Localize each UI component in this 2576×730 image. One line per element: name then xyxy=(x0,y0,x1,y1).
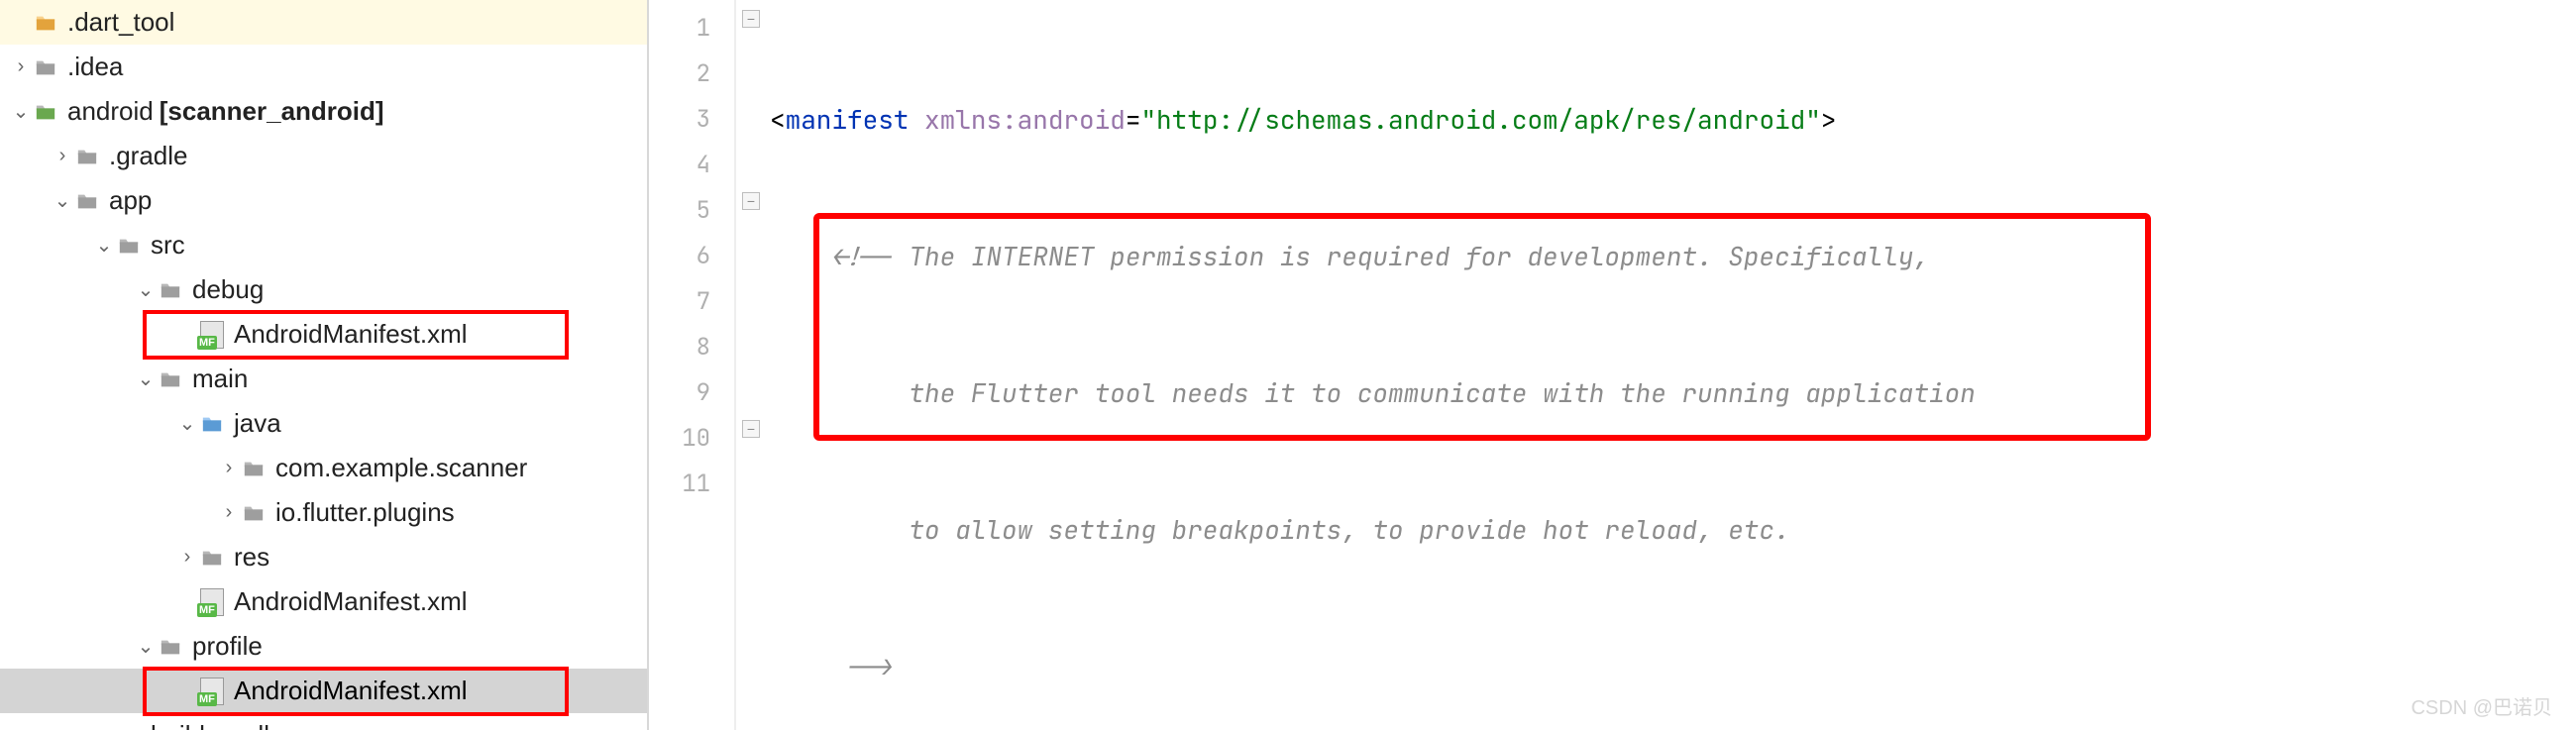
code-line[interactable]: to allow setting breakpoints, to provide… xyxy=(766,507,2576,553)
watermark: CSDN @巴诺贝 xyxy=(2411,691,2552,720)
chevron-right-icon[interactable]: › xyxy=(176,546,198,569)
fold-gutter[interactable]: − − − xyxy=(736,0,766,730)
tree-item[interactable]: ⌄ app xyxy=(0,178,647,223)
code-line[interactable]: <manifest xmlns:android="http://schemas.… xyxy=(766,97,2576,143)
line-number: 1 xyxy=(649,6,710,52)
tree-item[interactable]: ›build.gradle xyxy=(0,713,647,730)
tree-item-label: AndroidManifest.xml xyxy=(234,676,468,706)
folder-icon xyxy=(198,410,226,438)
chevron-down-icon[interactable]: ⌄ xyxy=(10,99,32,124)
line-number: 5 xyxy=(649,188,710,234)
project-tree-sidebar[interactable]: ›.dart_tool›.idea⌄android[scanner_androi… xyxy=(0,0,649,730)
folder-icon xyxy=(32,98,59,126)
code-line[interactable]: --> xyxy=(766,644,2576,689)
tree-item-label: AndroidManifest.xml xyxy=(234,586,468,617)
folder-icon xyxy=(157,365,184,393)
line-number: 7 xyxy=(649,279,710,325)
folder-icon xyxy=(32,9,59,37)
folder-icon xyxy=(198,544,226,572)
folder-icon xyxy=(73,187,101,215)
tree-item[interactable]: ›AndroidManifest.xml xyxy=(0,669,647,713)
tree-item[interactable]: ⌄ src xyxy=(0,223,647,267)
manifest-file-icon xyxy=(198,588,226,616)
line-number: 10 xyxy=(649,416,710,462)
folder-icon xyxy=(73,143,101,170)
line-number: 6 xyxy=(649,234,710,279)
manifest-file-icon xyxy=(198,321,226,349)
chevron-right-icon[interactable]: › xyxy=(10,55,32,78)
code-line[interactable]: <!-- The INTERNET permission is required… xyxy=(766,234,2576,279)
chevron-right-icon[interactable]: › xyxy=(52,145,73,167)
tree-item[interactable]: › com.example.scanner xyxy=(0,446,647,490)
line-number: 9 xyxy=(649,370,710,416)
chevron-down-icon[interactable]: ⌄ xyxy=(93,233,115,258)
tree-item[interactable]: ⌄ profile xyxy=(0,624,647,669)
folder-icon xyxy=(32,53,59,81)
folder-icon xyxy=(115,232,143,260)
tree-item-prefix: android xyxy=(67,96,154,127)
fold-toggle-icon[interactable]: − xyxy=(742,192,760,210)
chevron-down-icon[interactable]: ⌄ xyxy=(52,188,73,213)
tree-item[interactable]: › .gradle xyxy=(0,134,647,178)
fold-toggle-icon[interactable]: − xyxy=(742,10,760,28)
folder-icon xyxy=(240,499,268,527)
tree-item-label: main xyxy=(192,364,248,394)
chevron-down-icon[interactable]: ⌄ xyxy=(135,277,157,302)
tree-item[interactable]: ›AndroidManifest.xml xyxy=(0,312,647,357)
tree-item[interactable]: › res xyxy=(0,535,647,579)
tree-item-label: debug xyxy=(192,274,264,305)
tree-item-label: com.example.scanner xyxy=(275,453,527,483)
line-number: 8 xyxy=(649,325,710,370)
line-number: 2 xyxy=(649,52,710,97)
tree-item-label: res xyxy=(234,542,269,573)
manifest-file-icon xyxy=(198,678,226,705)
line-number: 4 xyxy=(649,143,710,188)
tree-item-label: .idea xyxy=(67,52,123,82)
tree-item[interactable]: ⌄ debug xyxy=(0,267,647,312)
chevron-down-icon[interactable]: ⌄ xyxy=(135,634,157,659)
tree-item-label: AndroidManifest.xml xyxy=(234,319,468,350)
code-editor[interactable]: 1234567891011 − − − <manifest xmlns:andr… xyxy=(649,0,2576,730)
tree-item-label: java xyxy=(234,408,281,439)
fold-toggle-icon[interactable]: − xyxy=(742,420,760,438)
tree-item-label: .dart_tool xyxy=(67,7,174,38)
tree-item[interactable]: ⌄ java xyxy=(0,401,647,446)
tree-item-label: [scanner_android] xyxy=(160,96,384,127)
tree-item[interactable]: ⌄ android[scanner_android] xyxy=(0,89,647,134)
folder-icon xyxy=(157,633,184,661)
line-number: 3 xyxy=(649,97,710,143)
tree-item-label: build.gradle xyxy=(151,720,283,730)
code-area[interactable]: <manifest xmlns:android="http://schemas.… xyxy=(766,0,2576,730)
tree-item[interactable]: ›AndroidManifest.xml xyxy=(0,579,647,624)
tree-item-label: io.flutter.plugins xyxy=(275,497,455,528)
chevron-right-icon[interactable]: › xyxy=(218,457,240,479)
folder-icon xyxy=(240,455,268,482)
tree-item-label: profile xyxy=(192,631,263,662)
folder-icon xyxy=(157,276,184,304)
tree-item-label: src xyxy=(151,230,185,261)
tree-item-label: app xyxy=(109,185,152,216)
tree-item[interactable]: › io.flutter.plugins xyxy=(0,490,647,535)
gradle-file-icon xyxy=(115,722,143,730)
tree-item[interactable]: ⌄ main xyxy=(0,357,647,401)
chevron-right-icon[interactable]: › xyxy=(218,501,240,524)
chevron-down-icon[interactable]: ⌄ xyxy=(135,366,157,391)
tree-item[interactable]: › .idea xyxy=(0,45,647,89)
tree-item[interactable]: ›.dart_tool xyxy=(0,0,647,45)
tree-item-label: .gradle xyxy=(109,141,188,171)
line-number-gutter: 1234567891011 xyxy=(649,0,736,730)
line-number: 11 xyxy=(649,462,710,507)
code-line[interactable]: the Flutter tool needs it to communicate… xyxy=(766,370,2576,416)
chevron-down-icon[interactable]: ⌄ xyxy=(176,411,198,436)
